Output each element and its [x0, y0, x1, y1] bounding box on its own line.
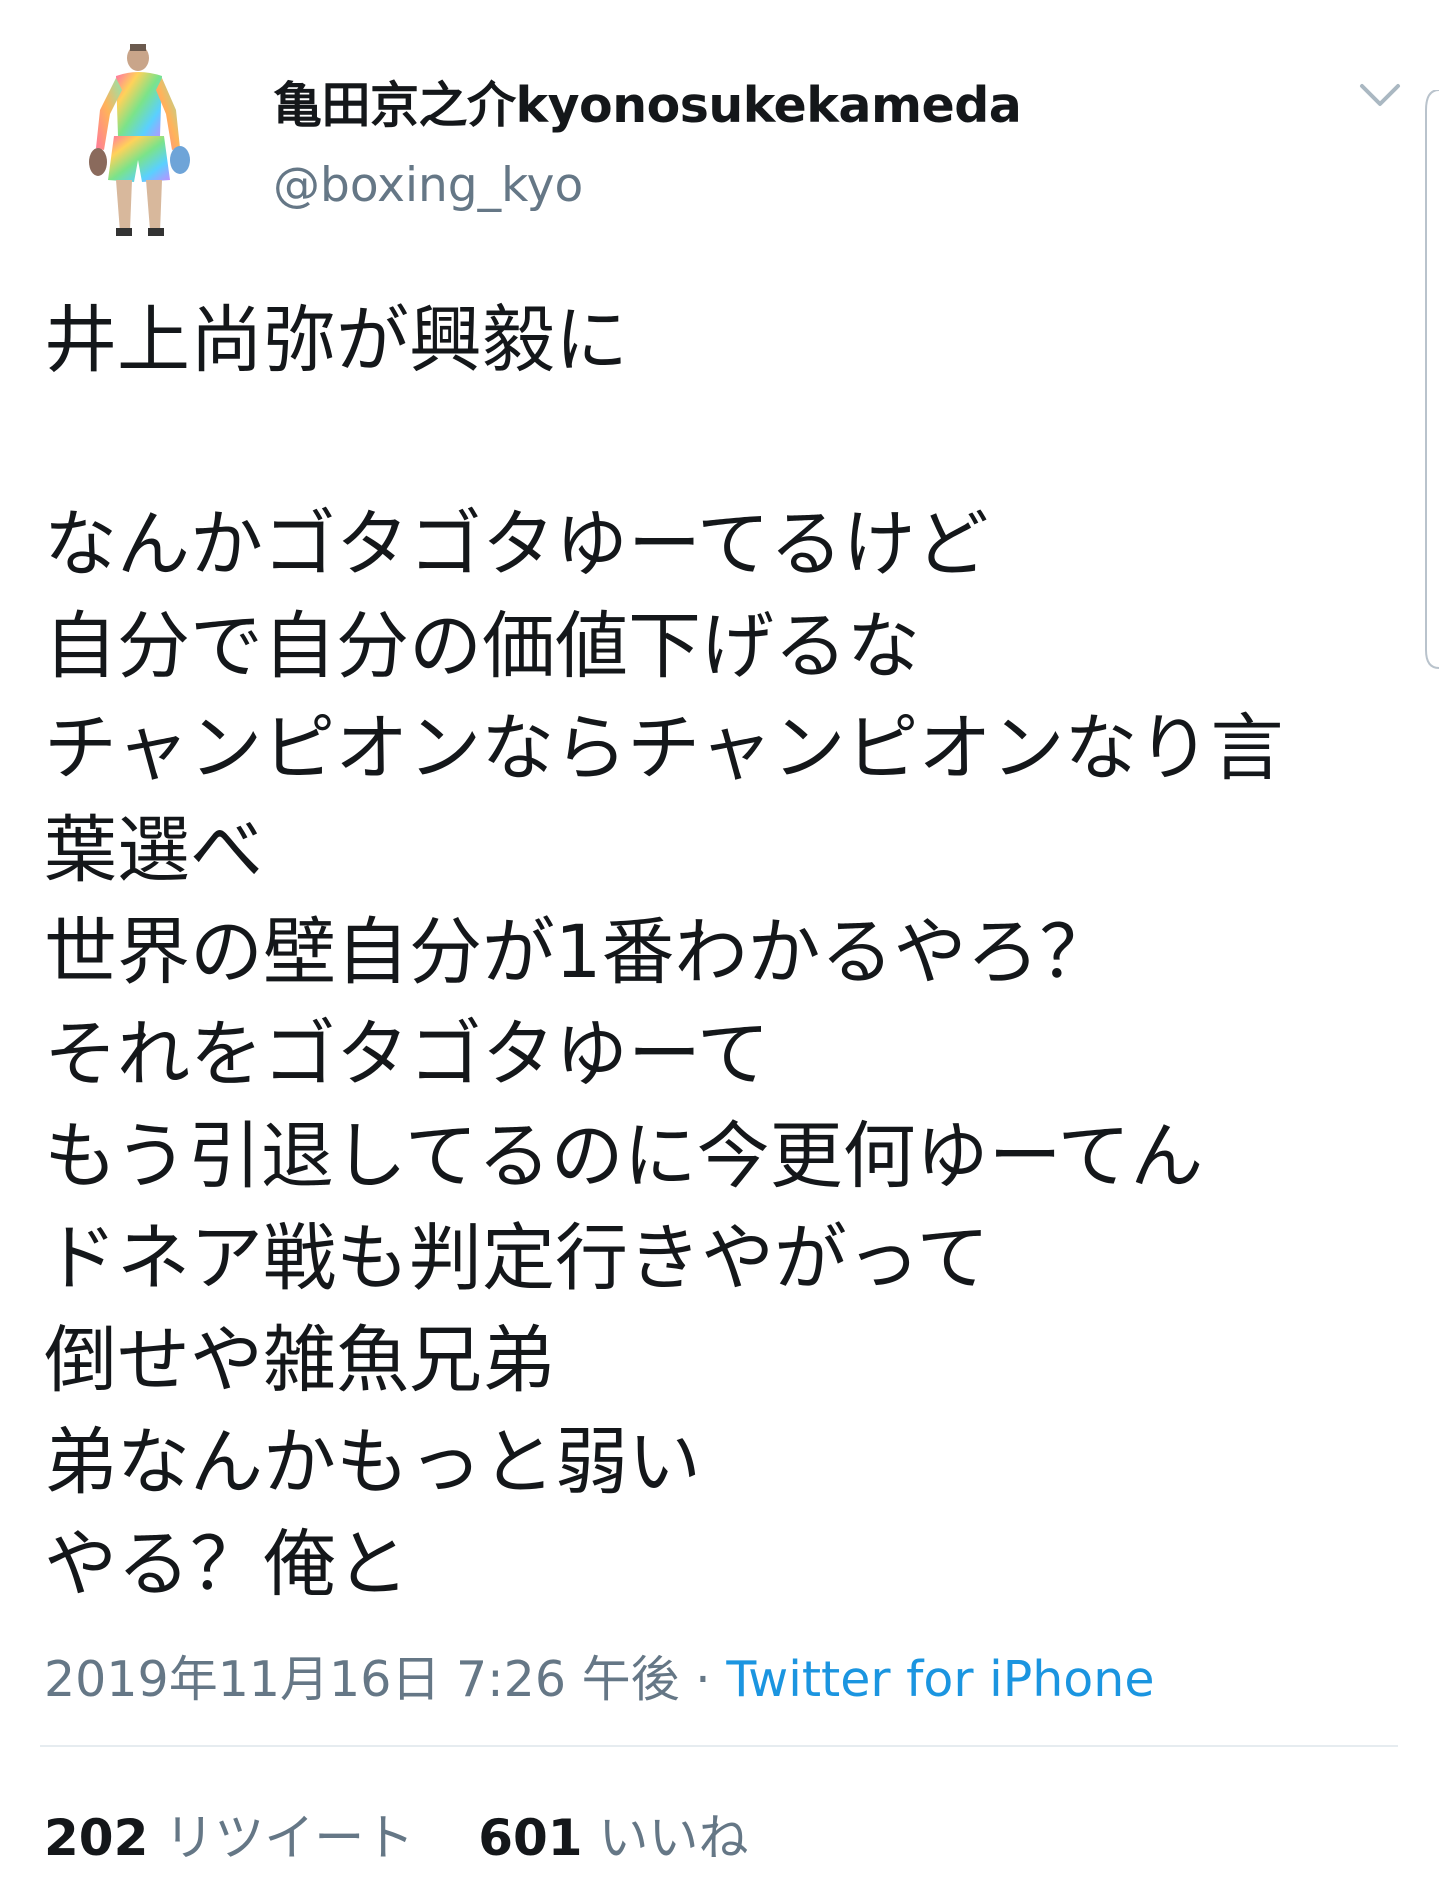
tweet-line: 倒せや雑魚兄弟	[44, 1318, 555, 1403]
likes-count: 601	[478, 1809, 583, 1867]
tweet-line: やる？俺と	[44, 1522, 409, 1607]
tweet-stats: 202 リツイート 601 いいね	[44, 1798, 748, 1870]
tweet-line: なんかゴタゴタゆーてるけど	[44, 502, 989, 587]
likes-stat[interactable]: 601 いいね	[478, 1798, 748, 1870]
adjacent-card-edge	[1420, 90, 1439, 670]
tweet-text: 井上尚弥が興毅に なんかゴタゴタゆーてるけど 自分で自分の価値下げるな チャンピ…	[44, 290, 1414, 1616]
retweets-stat[interactable]: 202 リツイート	[44, 1798, 414, 1870]
tweet-timestamp[interactable]: 2019年11月16日 7:26 午後	[44, 1651, 680, 1708]
tweet-line: 世界の壁自分が1番わかるやろ？	[44, 910, 1113, 995]
tweet-meta: 2019年11月16日 7:26 午後 · Twitter for iPhone	[44, 1640, 1154, 1711]
likes-label: いいね	[598, 1809, 749, 1867]
tweet-line: 自分で自分の価値下げるな	[44, 604, 920, 689]
tweet-line: 葉選べ	[44, 808, 263, 893]
tweet-card: 亀田京之介kyonosukekameda @boxing_kyo 井上尚弥が興毅…	[0, 0, 1439, 1887]
retweets-label: リツイート	[164, 1809, 415, 1867]
tweet-line: 井上尚弥が興毅に	[44, 298, 628, 383]
tweet-line: 弟なんかもっと弱い	[44, 1420, 701, 1505]
tweet-line: ドネア戦も判定行きやがって	[44, 1216, 990, 1301]
tweet-source-link[interactable]: Twitter for iPhone	[726, 1651, 1154, 1708]
boxer-avatar-image	[89, 44, 190, 236]
retweets-count: 202	[44, 1809, 149, 1867]
chevron-down-icon[interactable]	[1358, 80, 1402, 110]
tweet-line: もう引退してるのに今更何ゆーてん	[44, 1114, 1204, 1199]
tweet-line: チャンピオンならチャンピオンなり言	[44, 706, 1284, 791]
avatar[interactable]	[80, 40, 200, 240]
author-display-name[interactable]: 亀田京之介kyonosukekameda	[273, 66, 1022, 137]
tweet-line: それをゴタゴタゆーて	[44, 1012, 770, 1097]
meta-separator: ·	[679, 1651, 727, 1708]
author-handle[interactable]: @boxing_kyo	[273, 158, 583, 213]
divider	[40, 1745, 1398, 1747]
tweet-line	[44, 392, 1414, 494]
